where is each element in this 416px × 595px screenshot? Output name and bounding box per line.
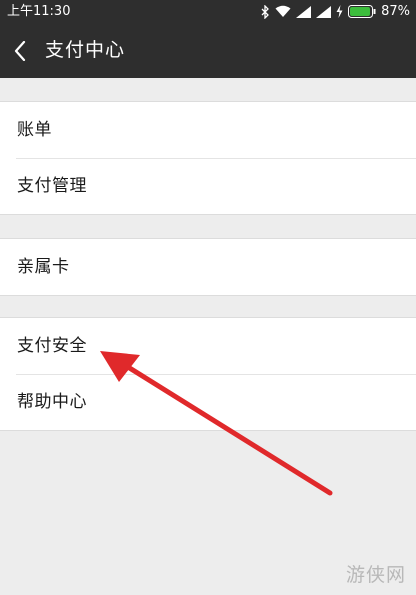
back-button[interactable] [8,33,40,67]
menu-group-1: 账单 支付管理 [0,101,416,215]
battery-icon [348,5,376,18]
wifi-icon [275,5,291,18]
menu-group-3: 支付安全 帮助中心 [0,317,416,431]
list-item-label: 帮助中心 [17,392,87,412]
menu-group-2: 亲属卡 [0,238,416,296]
bluetooth-icon [261,4,270,19]
nav-bar: 支付中心 [0,23,416,78]
status-icons: 87% [261,2,410,21]
battery-percent: 87% [381,4,410,19]
list-item-label: 支付安全 [17,336,87,356]
signal-icon [296,5,312,18]
list-item-help-center[interactable]: 帮助中心 [0,374,416,430]
list-item-bill[interactable]: 账单 [0,102,416,158]
list-item-payment-security[interactable]: 支付安全 [0,318,416,374]
page-title: 支付中心 [45,39,126,61]
list-item-label: 支付管理 [17,176,87,196]
list-item-label: 亲属卡 [17,257,70,277]
status-bar: 上午11:30 87% [0,0,416,23]
list-item-payment-management[interactable]: 支付管理 [0,158,416,214]
signal-icon-2 [316,5,332,18]
list-item-family-card[interactable]: 亲属卡 [0,239,416,295]
status-time: 上午11:30 [7,4,71,19]
watermark-logo: 游侠网 [345,564,406,586]
charging-icon [336,5,343,18]
list-item-label: 账单 [17,120,52,140]
back-arrow-icon [14,41,26,61]
annotation-arrow [100,351,333,496]
